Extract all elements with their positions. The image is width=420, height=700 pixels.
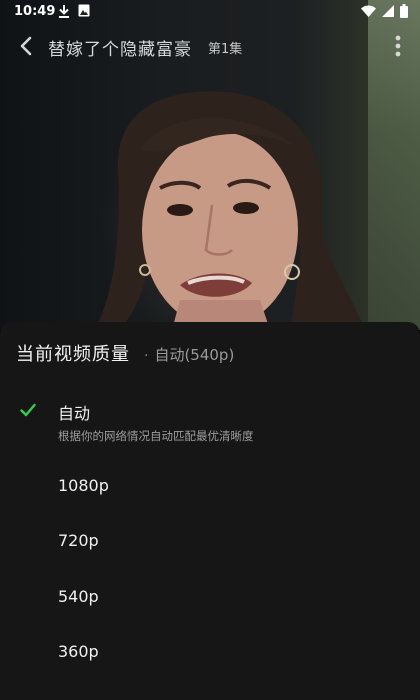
episode-label: 第1集 [208,42,243,57]
status-system-icons [361,4,408,18]
status-notification-icons [58,4,90,18]
more-vertical-icon [395,35,401,57]
player-top-bar: 替嫁了个隐藏富豪 第1集 [0,28,420,64]
sheet-title: 当前视频质量 [16,344,130,365]
sheet-header: 当前视频质量 · 自动(540p) [16,340,234,366]
screen: 10:49 替嫁了个隐藏富豪 第1集 当前视频质量 · 自动(540p) 自动 … [0,0,420,700]
quality-option-auto[interactable]: 自动 根据你的网络情况自动匹配最优清晰度 [0,400,420,450]
quality-sheet: 当前视频质量 · 自动(540p) 自动 根据你的网络情况自动匹配最优清晰度 1… [0,322,420,700]
quality-option-540p[interactable]: 540p [0,587,420,613]
back-button[interactable] [12,32,40,60]
more-options-button[interactable] [386,31,410,61]
signal-icon [382,5,394,17]
wifi-icon [361,5,376,17]
option-label: 360p [58,642,99,661]
download-icon [59,5,69,18]
status-time: 10:49 [14,4,56,19]
current-quality: 自动(540p) [154,346,235,364]
option-label: 自动 [58,404,91,423]
header-separator: · [144,348,149,364]
option-label: 540p [58,587,99,606]
quality-option-360p[interactable]: 360p [0,642,420,668]
quality-option-720p[interactable]: 720p [0,531,420,557]
option-label: 720p [58,531,99,550]
option-label: 1080p [58,476,109,495]
video-title: 替嫁了个隐藏富豪 [48,40,192,60]
option-description: 根据你的网络情况自动匹配最优清晰度 [58,429,254,443]
gallery-icon [78,4,90,17]
check-icon [20,403,36,417]
status-bar: 10:49 [0,0,420,24]
battery-icon [400,4,408,18]
back-arrow-icon [20,36,32,56]
quality-option-1080p[interactable]: 1080p [0,476,420,502]
